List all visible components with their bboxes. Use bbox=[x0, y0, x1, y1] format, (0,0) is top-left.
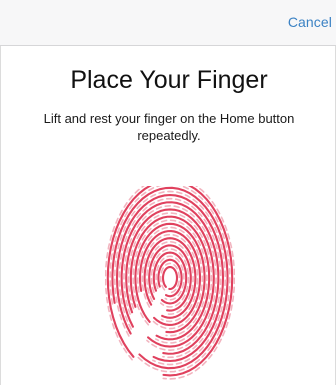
enrollment-content: Place Your Finger Lift and rest your fin… bbox=[0, 46, 336, 385]
fingerprint-ridge bbox=[157, 258, 183, 298]
fingerprint-ridge bbox=[111, 186, 229, 370]
fingerprint-ridge bbox=[161, 265, 179, 291]
fingerprint-ridge-highlight bbox=[141, 233, 199, 323]
cancel-button[interactable]: Cancel bbox=[288, 14, 332, 30]
navigation-bar: Cancel bbox=[0, 0, 336, 46]
fingerprint-ridge bbox=[134, 222, 206, 334]
instruction-text: Lift and rest your finger on the Home bu… bbox=[43, 111, 295, 143]
touch-id-setup-screen: Cancel Place Your Finger Lift and rest y… bbox=[0, 0, 336, 385]
fingerprint-icon bbox=[105, 186, 235, 380]
page-title: Place Your Finger bbox=[70, 66, 268, 94]
fingerprint-ridge-highlight bbox=[150, 248, 190, 308]
